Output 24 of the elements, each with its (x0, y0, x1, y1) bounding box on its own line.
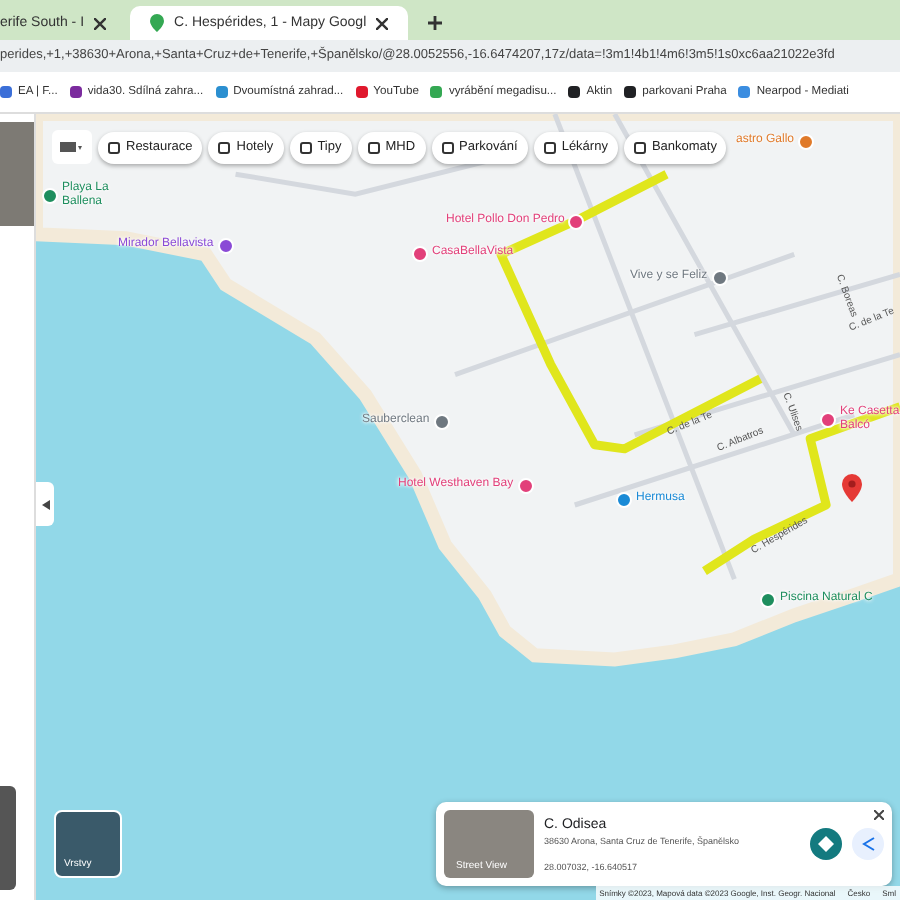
category-icon (543, 141, 556, 153)
map-pin-icon (150, 14, 165, 32)
close-icon[interactable] (376, 17, 389, 29)
category-icon (108, 141, 120, 153)
location-pin-icon (842, 474, 862, 502)
close-icon[interactable] (874, 810, 884, 820)
directions-icon (818, 836, 834, 852)
category-icon (299, 141, 312, 153)
category-icon (441, 141, 454, 153)
close-icon[interactable] (94, 17, 107, 29)
layers-icon (60, 141, 84, 153)
map[interactable] (36, 114, 900, 900)
caret-icon (41, 499, 49, 509)
layers-dropdown[interactable] (52, 130, 92, 164)
share-button[interactable] (852, 828, 884, 860)
collapse-button[interactable] (36, 482, 54, 526)
share-icon (861, 836, 875, 852)
category-icon (367, 141, 380, 153)
directions-button[interactable] (810, 828, 842, 860)
category-icon (218, 141, 231, 153)
category-icon (633, 141, 646, 153)
photo-placeholder (0, 122, 34, 226)
photo-placeholder (0, 786, 16, 890)
new-tab-icon[interactable] (428, 16, 443, 30)
